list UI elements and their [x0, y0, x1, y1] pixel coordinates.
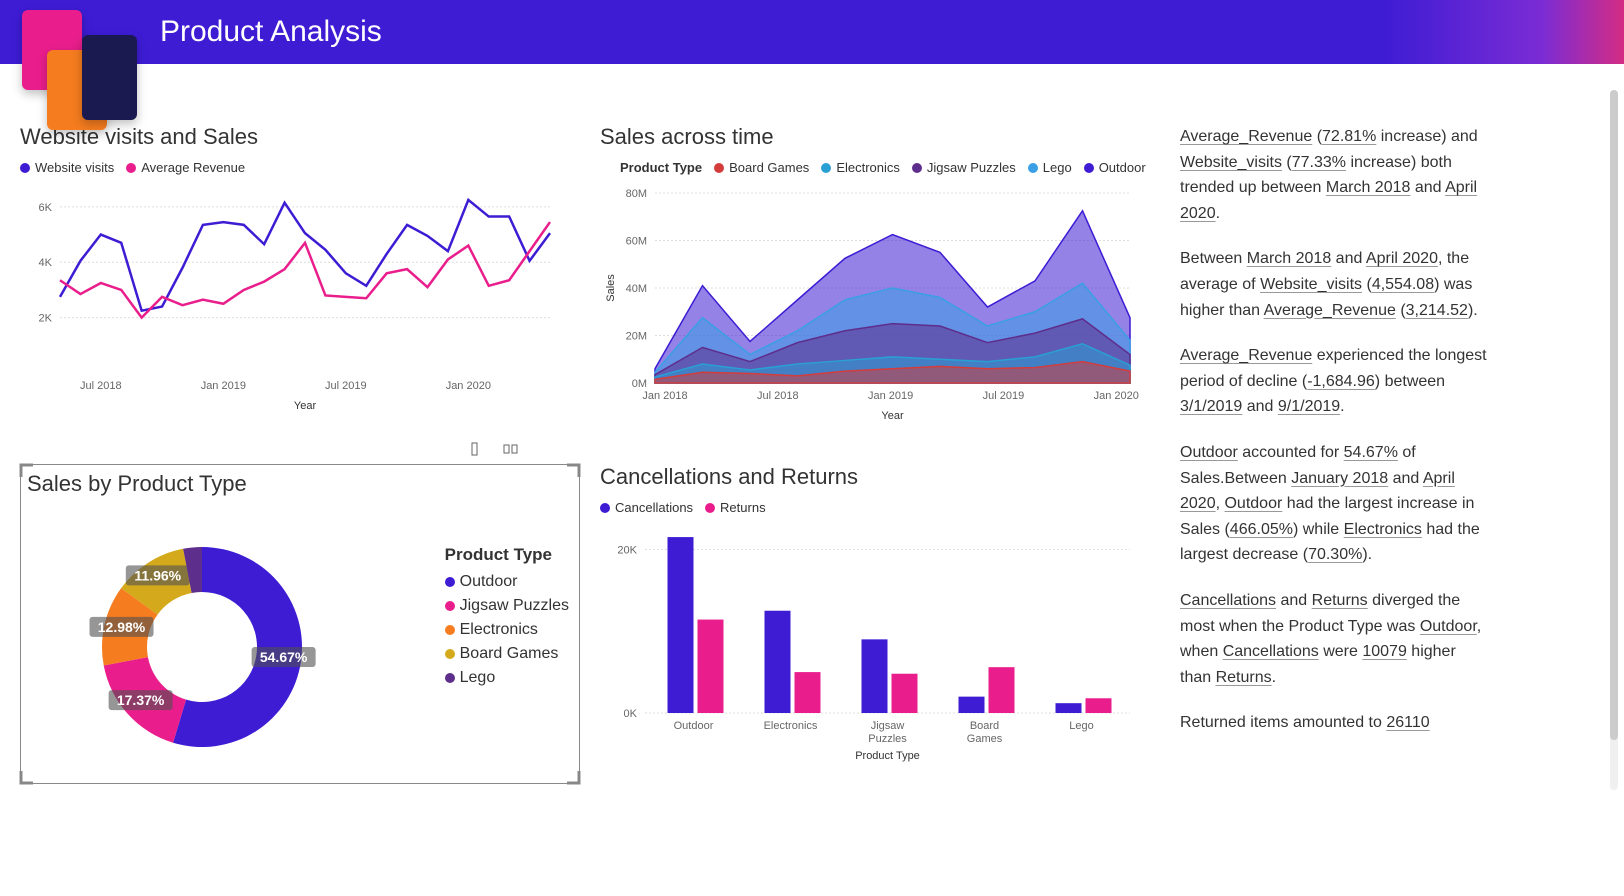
legend-item[interactable]: Board Games — [445, 645, 569, 663]
svg-text:4K: 4K — [39, 257, 53, 269]
dot-icon — [445, 601, 455, 611]
svg-text:11.96%: 11.96% — [134, 567, 181, 583]
area-chart-svg: 0M 20M 40M 60M 80M Jan 2018 Jul 2018 Jan 2019 Ju… — [600, 183, 1140, 423]
legend-item[interactable]: Electronics — [445, 621, 569, 639]
legend-item[interactable]: Cancellations — [600, 500, 693, 515]
svg-text:Jan 2019: Jan 2019 — [868, 390, 913, 402]
legend-title: Product Type — [445, 545, 569, 565]
svg-text:Jul 2019: Jul 2019 — [983, 390, 1025, 402]
legend-title: Product Type — [620, 160, 702, 175]
svg-text:0M: 0M — [632, 378, 647, 390]
chart-title: Sales across time — [600, 124, 1160, 150]
legend-item[interactable]: Returns — [705, 500, 766, 515]
svg-text:20K: 20K — [617, 544, 637, 556]
legend: Product Type Outdoor Jigsaw Puzzles Elec… — [445, 545, 569, 693]
legend-item[interactable]: Outdoor — [445, 573, 569, 591]
svg-text:6K: 6K — [39, 202, 53, 214]
legend-item[interactable]: Electronics — [821, 160, 900, 175]
svg-text:Jan 2020: Jan 2020 — [1094, 390, 1139, 402]
legend: Cancellations Returns — [600, 500, 1160, 515]
svg-text:Board: Board — [970, 720, 999, 732]
svg-text:20M: 20M — [626, 331, 647, 343]
dot-icon — [20, 163, 30, 173]
chart-sales-product[interactable]: Sales by Product Type 54.67% 17.37% 12.98%… — [20, 464, 580, 784]
svg-text:54.67%: 54.67% — [260, 649, 308, 665]
legend-item[interactable]: Jigsaw Puzzles — [445, 597, 569, 615]
svg-text:Puzzles: Puzzles — [868, 733, 907, 745]
dot-icon — [445, 625, 455, 635]
svg-text:Jul 2018: Jul 2018 — [757, 390, 799, 402]
legend-item[interactable]: Board Games — [714, 160, 809, 175]
scroll-thumb[interactable] — [1610, 90, 1618, 740]
legend-item[interactable]: Lego — [1028, 160, 1072, 175]
insight-text: Average_Revenue experienced the longest … — [1180, 343, 1490, 420]
svg-text:Jan 2018: Jan 2018 — [642, 390, 687, 402]
svg-text:Year: Year — [294, 400, 317, 412]
svg-text:Electronics: Electronics — [764, 720, 818, 732]
dot-icon — [445, 577, 455, 587]
logo-block-navy — [82, 35, 137, 120]
legend-item[interactable]: Outdoor — [1084, 160, 1146, 175]
svg-text:40M: 40M — [626, 283, 647, 295]
dot-icon — [445, 673, 455, 683]
svg-text:Jul 2019: Jul 2019 — [325, 380, 367, 392]
insight-text: Average_Revenue (72.81% increase) and We… — [1180, 124, 1490, 226]
svg-text:80M: 80M — [626, 188, 647, 200]
insight-text: Cancellations and Returns diverged the m… — [1180, 588, 1490, 690]
selection-handle-icon[interactable] — [19, 463, 37, 481]
dot-icon — [714, 163, 724, 173]
format-toolbar — [467, 441, 519, 457]
line-chart-svg: 2K 4K 6K Jul 2018 Jan 2019 Jul 2019 Jan 2020 Ye… — [20, 183, 560, 413]
selection-handle-icon[interactable] — [563, 463, 581, 481]
dot-icon — [126, 163, 136, 173]
page-title: Product Analysis — [160, 15, 382, 49]
svg-text:Games: Games — [967, 733, 1003, 745]
insight-text: Returned items amounted to 26110 — [1180, 710, 1490, 736]
legend-item[interactable]: Jigsaw Puzzles — [912, 160, 1016, 175]
dot-icon — [912, 163, 922, 173]
svg-text:Outdoor: Outdoor — [674, 720, 714, 732]
dot-icon — [600, 503, 610, 513]
svg-text:2K: 2K — [39, 313, 53, 325]
scrollbar[interactable] — [1610, 90, 1618, 790]
svg-text:Jan 2019: Jan 2019 — [201, 380, 246, 392]
svg-text:12.98%: 12.98% — [98, 619, 146, 635]
dot-icon — [445, 649, 455, 659]
svg-text:Product Type: Product Type — [855, 750, 920, 762]
legend-item[interactable]: Lego — [445, 669, 569, 687]
svg-text:17.37%: 17.37% — [117, 692, 165, 708]
header-bar: Product Analysis — [0, 0, 1624, 64]
selection-handle-icon[interactable] — [19, 767, 37, 785]
dot-icon — [1028, 163, 1038, 173]
chart-title: Sales by Product Type — [27, 471, 573, 497]
svg-text:Jigsaw: Jigsaw — [871, 720, 905, 732]
legend: Website visits Average Revenue — [20, 160, 580, 175]
svg-text:Sales: Sales — [605, 274, 617, 302]
chart-cancel-returns[interactable]: Cancellations and Returns Cancellations … — [600, 464, 1160, 784]
svg-text:0K: 0K — [624, 708, 638, 720]
chart-title: Cancellations and Returns — [600, 464, 1160, 490]
donut-chart-svg: 54.67% 17.37% 12.98% 11.96% — [27, 507, 377, 767]
insight-text: Outdoor accounted for 54.67% of Sales.Be… — [1180, 440, 1490, 568]
bar-chart-svg: 0K 20K Outdoor Electronics JigsawPuzzles Boar… — [600, 523, 1140, 763]
chart-sales-time[interactable]: Sales across time Product Type Board Gam… — [600, 124, 1160, 444]
legend: Product Type Board Games Electronics Jig… — [600, 160, 1160, 175]
svg-text:Lego: Lego — [1069, 720, 1093, 732]
chart-visits-sales[interactable]: Website visits and Sales Website visits … — [20, 124, 580, 444]
svg-text:60M: 60M — [626, 236, 647, 248]
legend-item[interactable]: Website visits — [20, 160, 114, 175]
svg-text:Jul 2018: Jul 2018 — [80, 380, 122, 392]
svg-text:Year: Year — [881, 410, 904, 422]
legend-item[interactable]: Average Revenue — [126, 160, 245, 175]
svg-text:Jan 2020: Jan 2020 — [446, 380, 491, 392]
distribute-icon[interactable] — [503, 441, 519, 457]
dot-icon — [821, 163, 831, 173]
insights-panel: Average_Revenue (72.81% increase) and We… — [1180, 124, 1500, 784]
align-icon[interactable] — [467, 441, 483, 457]
dot-icon — [705, 503, 715, 513]
selection-handle-icon[interactable] — [563, 767, 581, 785]
insight-text: Between March 2018 and April 2020, the a… — [1180, 246, 1490, 323]
dot-icon — [1084, 163, 1094, 173]
